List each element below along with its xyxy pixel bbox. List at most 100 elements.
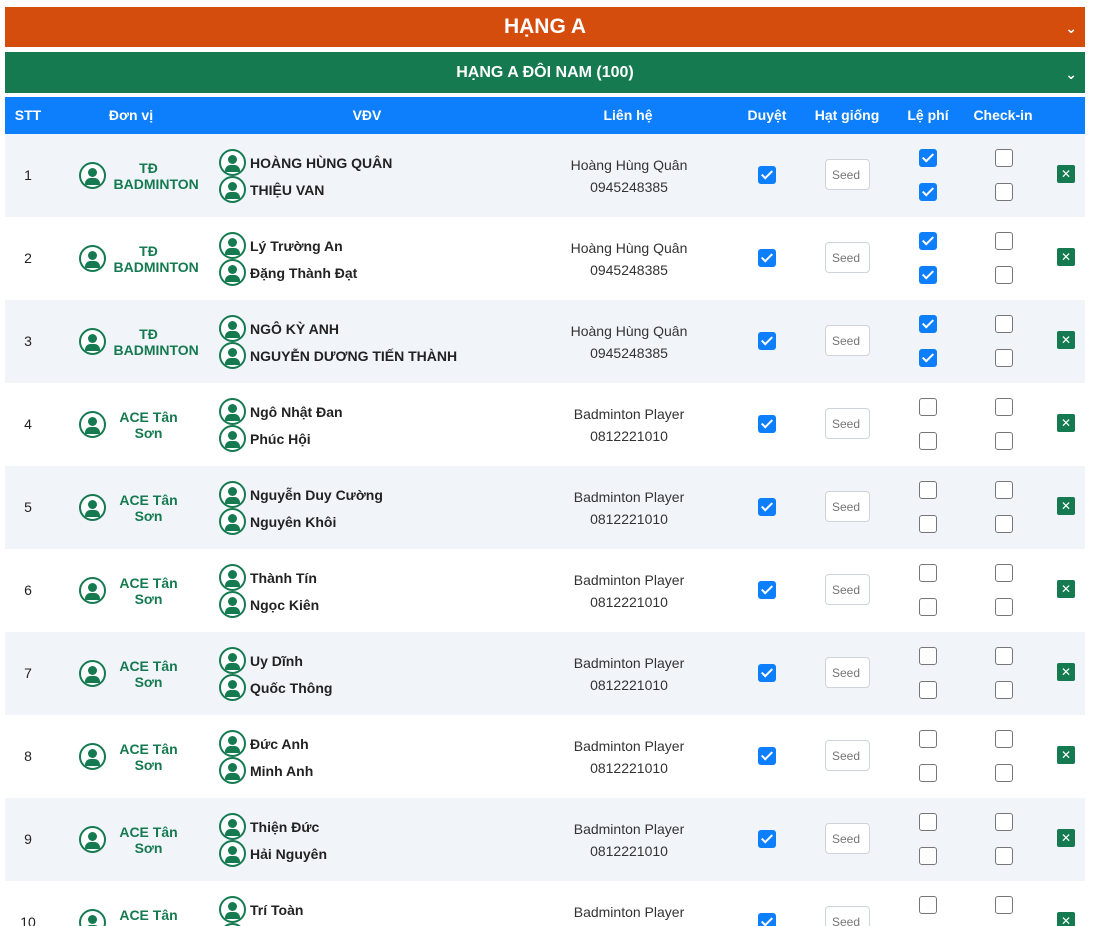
seed-input[interactable] (825, 242, 870, 273)
delete-icon[interactable]: ✕ (1057, 663, 1075, 681)
category-title: HẠNG A (503, 15, 587, 38)
checkin-checkbox[interactable] (995, 149, 1013, 167)
subcategory-title: HẠNG A ĐÔI NAM (100) (456, 63, 634, 81)
delete-icon[interactable]: ✕ (1057, 912, 1075, 926)
fee-checkbox[interactable] (919, 813, 937, 831)
fee-checkbox[interactable] (919, 598, 937, 616)
delete-icon[interactable]: ✕ (1057, 331, 1075, 349)
fee-checkbox[interactable] (919, 232, 937, 250)
col-approved: Duyệt (747, 107, 787, 123)
user-avatar-icon (219, 813, 246, 840)
athlete-2: Minh Anh (219, 757, 313, 784)
approve-checkbox[interactable] (758, 830, 776, 848)
table-row: 6 ACE Tân Sơn Thành Tín Ngọc Kiên Badminton … (5, 549, 1085, 632)
checkin-checkbox[interactable] (995, 266, 1013, 284)
fee-checkbox[interactable] (919, 764, 937, 782)
fee-checkbox[interactable] (919, 398, 937, 416)
approve-checkbox[interactable] (758, 498, 776, 516)
seed-input[interactable] (825, 491, 870, 522)
checkin-checkbox[interactable] (995, 847, 1013, 865)
athlete-1: Lý Trường An (219, 232, 343, 259)
fee-checkbox[interactable] (919, 266, 937, 284)
athlete-name: Quốc Thông (250, 679, 333, 696)
approve-checkbox[interactable] (758, 747, 776, 765)
chevron-down-icon[interactable]: ⌄ (1065, 66, 1077, 83)
athlete-1: Thiện Đức (219, 813, 319, 840)
fee-checkbox[interactable] (919, 681, 937, 699)
delete-icon[interactable]: ✕ (1057, 580, 1075, 598)
seed-input[interactable] (825, 325, 870, 356)
team-avatar-icon (78, 909, 106, 926)
contact-phone: 0812221010 (590, 427, 668, 444)
checkin-checkbox[interactable] (995, 764, 1013, 782)
fee-checkbox[interactable] (919, 647, 937, 665)
fee-checkbox[interactable] (919, 481, 937, 499)
checkin-checkbox[interactable] (995, 349, 1013, 367)
seed-input[interactable] (825, 740, 870, 771)
athlete-name: Ngọc Kiên (250, 596, 320, 613)
table-row: 4 ACE Tân Sơn Ngô Nhật Đan Phúc Hội Badminto… (5, 383, 1085, 466)
category-header[interactable]: HẠNG A ⌄ (5, 7, 1085, 47)
approve-checkbox[interactable] (758, 332, 776, 350)
contact-cell: Badminton Player 0812221010 (539, 798, 719, 881)
fee-checkbox[interactable] (919, 315, 937, 333)
fee-checkbox[interactable] (919, 730, 937, 748)
athlete-2: Phúc Hội (219, 425, 311, 452)
fee-checkbox[interactable] (919, 183, 937, 201)
athlete-name: Thành Tín (250, 569, 317, 586)
seed-input[interactable] (825, 574, 870, 605)
checkin-checkbox[interactable] (995, 481, 1013, 499)
checkin-checkbox[interactable] (995, 681, 1013, 699)
delete-icon[interactable]: ✕ (1057, 165, 1075, 183)
approve-checkbox[interactable] (758, 249, 776, 267)
delete-icon[interactable]: ✕ (1057, 746, 1075, 764)
approve-checkbox[interactable] (758, 415, 776, 433)
user-avatar-icon (219, 176, 246, 203)
fee-checkbox[interactable] (919, 847, 937, 865)
checkin-checkbox[interactable] (995, 515, 1013, 533)
checkin-checkbox[interactable] (995, 564, 1013, 582)
checkin-checkbox[interactable] (995, 398, 1013, 416)
col-seed: Hạt giống (814, 107, 880, 123)
seed-input[interactable] (825, 906, 870, 926)
subcategory-header[interactable]: HẠNG A ĐÔI NAM (100) ⌄ (5, 52, 1085, 93)
seed-input[interactable] (825, 657, 870, 688)
checkin-checkbox[interactable] (995, 183, 1013, 201)
checkin-checkbox[interactable] (995, 813, 1013, 831)
checkin-checkbox[interactable] (995, 315, 1013, 333)
team-avatar-icon (78, 743, 106, 770)
seed-input[interactable] (825, 408, 870, 439)
user-avatar-icon (219, 896, 246, 923)
team-avatar-icon (78, 411, 106, 438)
checkin-checkbox[interactable] (995, 598, 1013, 616)
contact-cell: Hoàng Hùng Quân 0945248385 (539, 217, 719, 300)
seed-input[interactable] (825, 159, 870, 190)
approve-checkbox[interactable] (758, 166, 776, 184)
contact-phone: 0812221010 (590, 676, 668, 693)
unit-name: ACE Tân Sơn (119, 574, 178, 607)
chevron-down-icon[interactable]: ⌄ (1065, 20, 1077, 37)
checkin-checkbox[interactable] (995, 232, 1013, 250)
user-avatar-icon (219, 149, 246, 176)
checkin-checkbox[interactable] (995, 896, 1013, 914)
athlete-1: Uy Dĩnh (219, 647, 303, 674)
delete-icon[interactable]: ✕ (1057, 829, 1075, 847)
checkin-checkbox[interactable] (995, 647, 1013, 665)
seed-input[interactable] (825, 823, 870, 854)
delete-icon[interactable]: ✕ (1057, 248, 1075, 266)
fee-checkbox[interactable] (919, 515, 937, 533)
unit-name: TĐ BADMINTON (113, 242, 199, 275)
fee-checkbox[interactable] (919, 896, 937, 914)
delete-icon[interactable]: ✕ (1057, 497, 1075, 515)
fee-checkbox[interactable] (919, 149, 937, 167)
approve-checkbox[interactable] (758, 913, 776, 926)
approve-checkbox[interactable] (758, 581, 776, 599)
fee-checkbox[interactable] (919, 564, 937, 582)
checkin-checkbox[interactable] (995, 730, 1013, 748)
fee-checkbox[interactable] (919, 432, 937, 450)
approve-checkbox[interactable] (758, 664, 776, 682)
fee-checkbox[interactable] (919, 349, 937, 367)
delete-icon[interactable]: ✕ (1057, 414, 1075, 432)
athlete-name: Đặng Thành Đạt (250, 264, 358, 281)
checkin-checkbox[interactable] (995, 432, 1013, 450)
